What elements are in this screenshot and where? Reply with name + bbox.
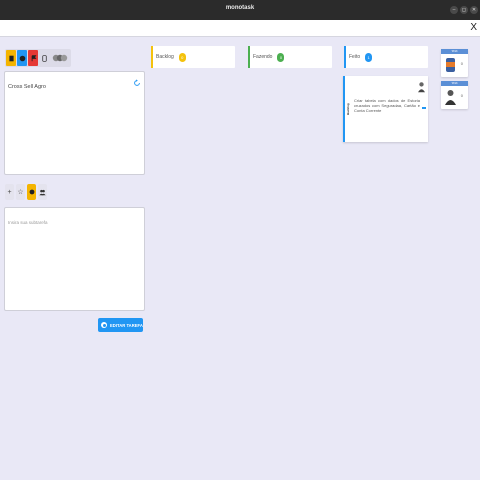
paper-icon[interactable]	[6, 50, 16, 66]
task-card[interactable]: Cross Sell Agro	[4, 71, 145, 175]
add-subtask-button[interactable]: +	[5, 184, 14, 200]
minimize-button[interactable]: –	[450, 6, 458, 14]
maximize-button[interactable]: ◻	[460, 6, 468, 14]
edit-icon	[101, 322, 107, 328]
column-count-badge: 0	[277, 52, 285, 62]
mini-card-header: TASK	[441, 49, 468, 54]
avatars-icon[interactable]	[50, 50, 70, 66]
card-priority-flag	[422, 107, 426, 109]
people-icon[interactable]	[38, 184, 47, 200]
mini-card-count: 0	[460, 93, 463, 98]
column-title: Feito	[349, 54, 361, 60]
edit-task-label: EDITAR TAREFA	[110, 322, 143, 328]
bottle-icon	[446, 58, 455, 72]
top-bar: X	[0, 20, 480, 37]
column-fazendo[interactable]: Fazendo 0	[248, 46, 332, 68]
check-circle-icon[interactable]	[17, 50, 27, 66]
avatar	[418, 82, 425, 93]
column-title: Fazendo	[253, 54, 273, 60]
card-status-tag: Backlog	[346, 103, 350, 115]
column-color-bar	[151, 46, 153, 68]
mini-card[interactable]: TASK 0	[441, 81, 468, 109]
star-icon[interactable]: ☆	[16, 184, 25, 200]
column-color-bar	[248, 46, 250, 68]
flag-icon[interactable]	[28, 50, 38, 66]
mini-card[interactable]: TASK 0	[441, 49, 468, 77]
column-color-bar	[344, 46, 346, 68]
status-dot-button[interactable]	[27, 184, 36, 200]
edit-task-button[interactable]: EDITAR TAREFA	[98, 318, 143, 332]
column-title: Backlog	[156, 54, 174, 60]
window-titlebar: monotask – ◻ ✕	[0, 0, 480, 20]
column-count-badge: 1	[365, 52, 373, 62]
column-count-badge: 0	[178, 52, 186, 62]
column-feito[interactable]: Feito 1	[344, 46, 428, 68]
task-toolbar	[5, 49, 71, 67]
mini-card-header: TASK	[441, 81, 468, 86]
window-title: monotask	[225, 5, 255, 11]
column-backlog[interactable]: Backlog 0	[151, 46, 235, 68]
mini-card-count: 0	[460, 61, 463, 66]
subtask-input[interactable]: Insira sua subtarefa	[4, 207, 145, 311]
card-description: Criar tabela com dados de Estoria cruzad…	[354, 98, 420, 113]
person-icon	[445, 90, 456, 105]
subtask-placeholder: Insira sua subtarefa	[8, 220, 48, 225]
close-panel-button[interactable]: X	[470, 22, 477, 33]
subtask-toolbar: + ☆	[5, 184, 47, 201]
task-card-feito[interactable]: Backlog Criar tabela com dados de Estori…	[343, 76, 428, 142]
task-title: Cross Sell Agro	[8, 84, 46, 90]
refresh-icon[interactable]	[133, 79, 141, 87]
phone-icon[interactable]	[39, 50, 49, 66]
close-window-button[interactable]: ✕	[470, 6, 478, 14]
